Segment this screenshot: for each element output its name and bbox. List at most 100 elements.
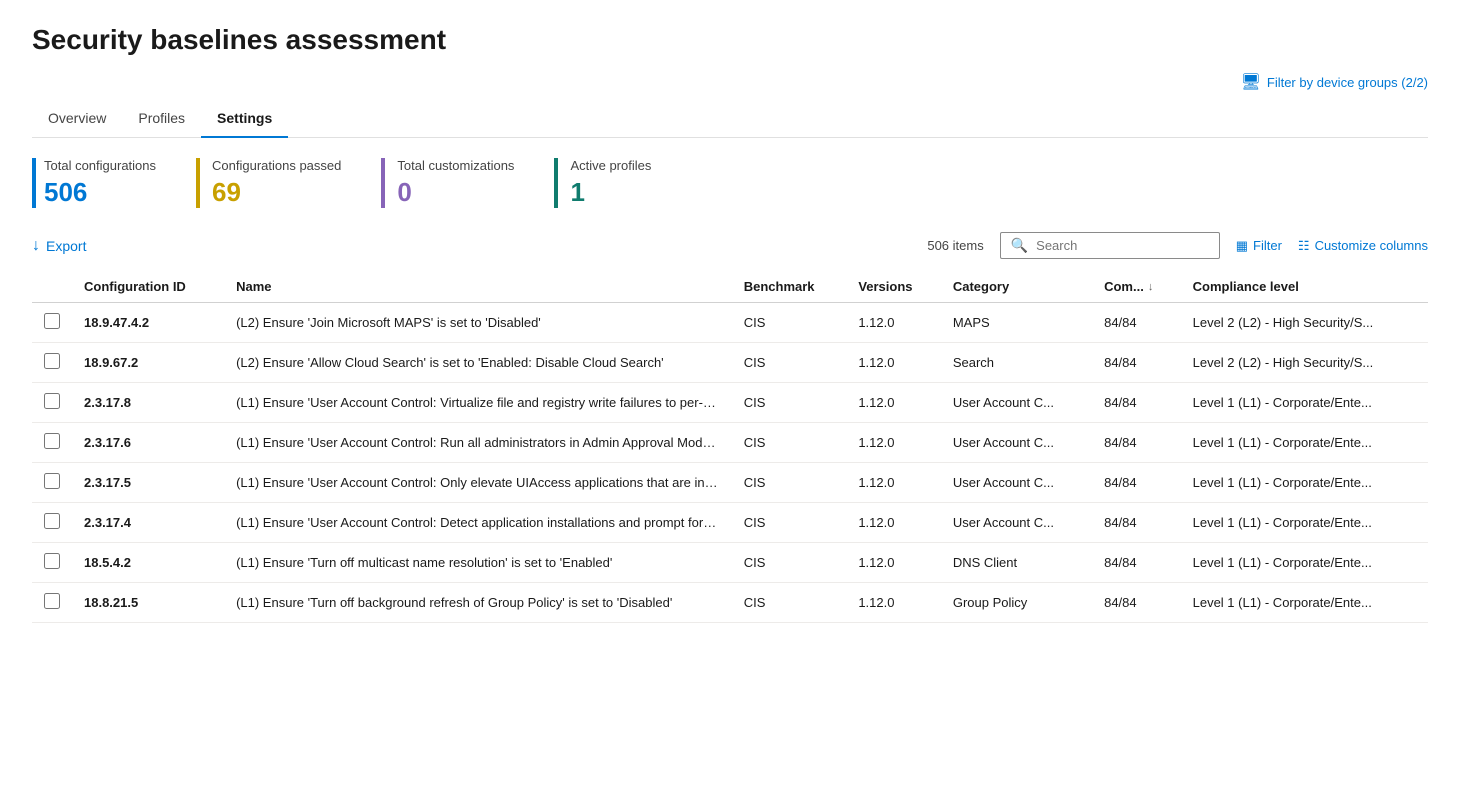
th-name: Name xyxy=(224,271,732,303)
row-config-id: 2.3.17.4 xyxy=(72,503,224,543)
row-checkbox[interactable] xyxy=(44,553,60,569)
row-benchmark: CIS xyxy=(732,383,847,423)
row-versions: 1.12.0 xyxy=(846,423,941,463)
search-input[interactable] xyxy=(1036,238,1209,253)
row-versions: 1.12.0 xyxy=(846,583,941,623)
table-row: 18.8.21.5 (L1) Ensure 'Turn off backgrou… xyxy=(32,583,1428,623)
row-versions: 1.12.0 xyxy=(846,463,941,503)
row-checkbox[interactable] xyxy=(44,433,60,449)
row-versions: 1.12.0 xyxy=(846,543,941,583)
columns-icon: ☷ xyxy=(1298,238,1310,254)
tab-settings[interactable]: Settings xyxy=(201,100,288,138)
stat-active-profiles-value: 1 xyxy=(570,177,651,208)
row-checkbox-cell xyxy=(32,543,72,583)
filter-label: Filter xyxy=(1253,238,1282,253)
row-checkbox[interactable] xyxy=(44,353,60,369)
search-icon: 🔍 xyxy=(1011,237,1028,254)
row-checkbox[interactable] xyxy=(44,593,60,609)
stat-configs-passed-label: Configurations passed xyxy=(212,158,341,173)
row-compliance: 84/84 xyxy=(1092,543,1181,583)
table-row: 18.9.67.2 (L2) Ensure 'Allow Cloud Searc… xyxy=(32,343,1428,383)
page-title: Security baselines assessment xyxy=(32,24,1428,56)
table-row: 2.3.17.8 (L1) Ensure 'User Account Contr… xyxy=(32,383,1428,423)
row-compliance: 84/84 xyxy=(1092,383,1181,423)
customize-columns-button[interactable]: ☷ Customize columns xyxy=(1298,238,1428,254)
row-benchmark: CIS xyxy=(732,543,847,583)
row-config-id: 18.9.47.4.2 xyxy=(72,303,224,343)
th-benchmark: Benchmark xyxy=(732,271,847,303)
row-checkbox-cell xyxy=(32,343,72,383)
row-compliance-level: Level 1 (L1) - Corporate/Ente... xyxy=(1181,543,1428,583)
row-compliance-level: Level 1 (L1) - Corporate/Ente... xyxy=(1181,383,1428,423)
stat-configs-passed: Configurations passed 69 xyxy=(196,158,365,208)
row-benchmark: CIS xyxy=(732,303,847,343)
row-benchmark: CIS xyxy=(732,583,847,623)
th-config-id: Configuration ID xyxy=(72,271,224,303)
item-count: 506 items xyxy=(927,238,983,253)
table-row: 18.5.4.2 (L1) Ensure 'Turn off multicast… xyxy=(32,543,1428,583)
row-config-id: 2.3.17.8 xyxy=(72,383,224,423)
row-checkbox-cell xyxy=(32,303,72,343)
row-benchmark: CIS xyxy=(732,423,847,463)
row-compliance: 84/84 xyxy=(1092,463,1181,503)
table-header-row: Configuration ID Name Benchmark Versions… xyxy=(32,271,1428,303)
table-row: 2.3.17.5 (L1) Ensure 'User Account Contr… xyxy=(32,463,1428,503)
export-button[interactable]: ↓ Export xyxy=(32,237,86,255)
row-checkbox-cell xyxy=(32,503,72,543)
stat-total-custom-value: 0 xyxy=(397,177,514,208)
customize-columns-label: Customize columns xyxy=(1315,238,1428,253)
row-checkbox-cell xyxy=(32,583,72,623)
row-category: User Account C... xyxy=(941,423,1092,463)
row-name: (L1) Ensure 'User Account Control: Only … xyxy=(224,463,732,503)
toolbar-left: ↓ Export xyxy=(32,237,86,255)
stat-active-profiles-label: Active profiles xyxy=(570,158,651,173)
row-benchmark: CIS xyxy=(732,503,847,543)
stat-configs-passed-value: 69 xyxy=(212,177,341,208)
row-checkbox[interactable] xyxy=(44,513,60,529)
search-box: 🔍 xyxy=(1000,232,1220,259)
toolbar: ↓ Export 506 items 🔍 ▦ Filter ☷ Customiz… xyxy=(32,232,1428,259)
row-config-id: 18.8.21.5 xyxy=(72,583,224,623)
configurations-table: Configuration ID Name Benchmark Versions… xyxy=(32,271,1428,623)
row-compliance-level: Level 2 (L2) - High Security/S... xyxy=(1181,343,1428,383)
row-name: (L1) Ensure 'Turn off multicast name res… xyxy=(224,543,732,583)
row-name: (L2) Ensure 'Join Microsoft MAPS' is set… xyxy=(224,303,732,343)
stat-total-custom: Total customizations 0 xyxy=(381,158,538,208)
table-row: 2.3.17.4 (L1) Ensure 'User Account Contr… xyxy=(32,503,1428,543)
th-compliance[interactable]: Com... ↓ xyxy=(1092,271,1181,303)
row-category: DNS Client xyxy=(941,543,1092,583)
row-compliance-level: Level 1 (L1) - Corporate/Ente... xyxy=(1181,423,1428,463)
row-checkbox[interactable] xyxy=(44,393,60,409)
row-name: (L1) Ensure 'User Account Control: Run a… xyxy=(224,423,732,463)
monitor-icon: 🖥 xyxy=(1241,72,1261,92)
stat-total-custom-label: Total customizations xyxy=(397,158,514,173)
row-versions: 1.12.0 xyxy=(846,503,941,543)
row-category: Search xyxy=(941,343,1092,383)
row-compliance-level: Level 1 (L1) - Corporate/Ente... xyxy=(1181,583,1428,623)
table-row: 18.9.47.4.2 (L2) Ensure 'Join Microsoft … xyxy=(32,303,1428,343)
tab-profiles[interactable]: Profiles xyxy=(122,100,201,138)
th-checkbox xyxy=(32,271,72,303)
row-compliance: 84/84 xyxy=(1092,303,1181,343)
row-config-id: 18.5.4.2 xyxy=(72,543,224,583)
row-category: User Account C... xyxy=(941,503,1092,543)
row-versions: 1.12.0 xyxy=(846,383,941,423)
filter-device-label: Filter by device groups (2/2) xyxy=(1267,75,1428,90)
download-icon: ↓ xyxy=(32,237,40,255)
row-checkbox[interactable] xyxy=(44,473,60,489)
row-checkbox-cell xyxy=(32,383,72,423)
stat-total-configs-value: 506 xyxy=(44,177,156,208)
row-compliance-level: Level 1 (L1) - Corporate/Ente... xyxy=(1181,503,1428,543)
row-checkbox[interactable] xyxy=(44,313,60,329)
table-row: 2.3.17.6 (L1) Ensure 'User Account Contr… xyxy=(32,423,1428,463)
stat-total-configs: Total configurations 506 xyxy=(32,158,180,208)
tabs-bar: Overview Profiles Settings xyxy=(32,100,1428,138)
stat-active-profiles: Active profiles 1 xyxy=(554,158,675,208)
export-label: Export xyxy=(46,238,86,254)
filter-button[interactable]: ▦ Filter xyxy=(1236,238,1282,254)
th-compliance-level: Compliance level xyxy=(1181,271,1428,303)
row-name: (L1) Ensure 'Turn off background refresh… xyxy=(224,583,732,623)
tab-overview[interactable]: Overview xyxy=(32,100,122,138)
stats-row: Total configurations 506 Configurations … xyxy=(32,158,1428,208)
filter-device-groups-button[interactable]: 🖥 Filter by device groups (2/2) xyxy=(1241,72,1428,92)
